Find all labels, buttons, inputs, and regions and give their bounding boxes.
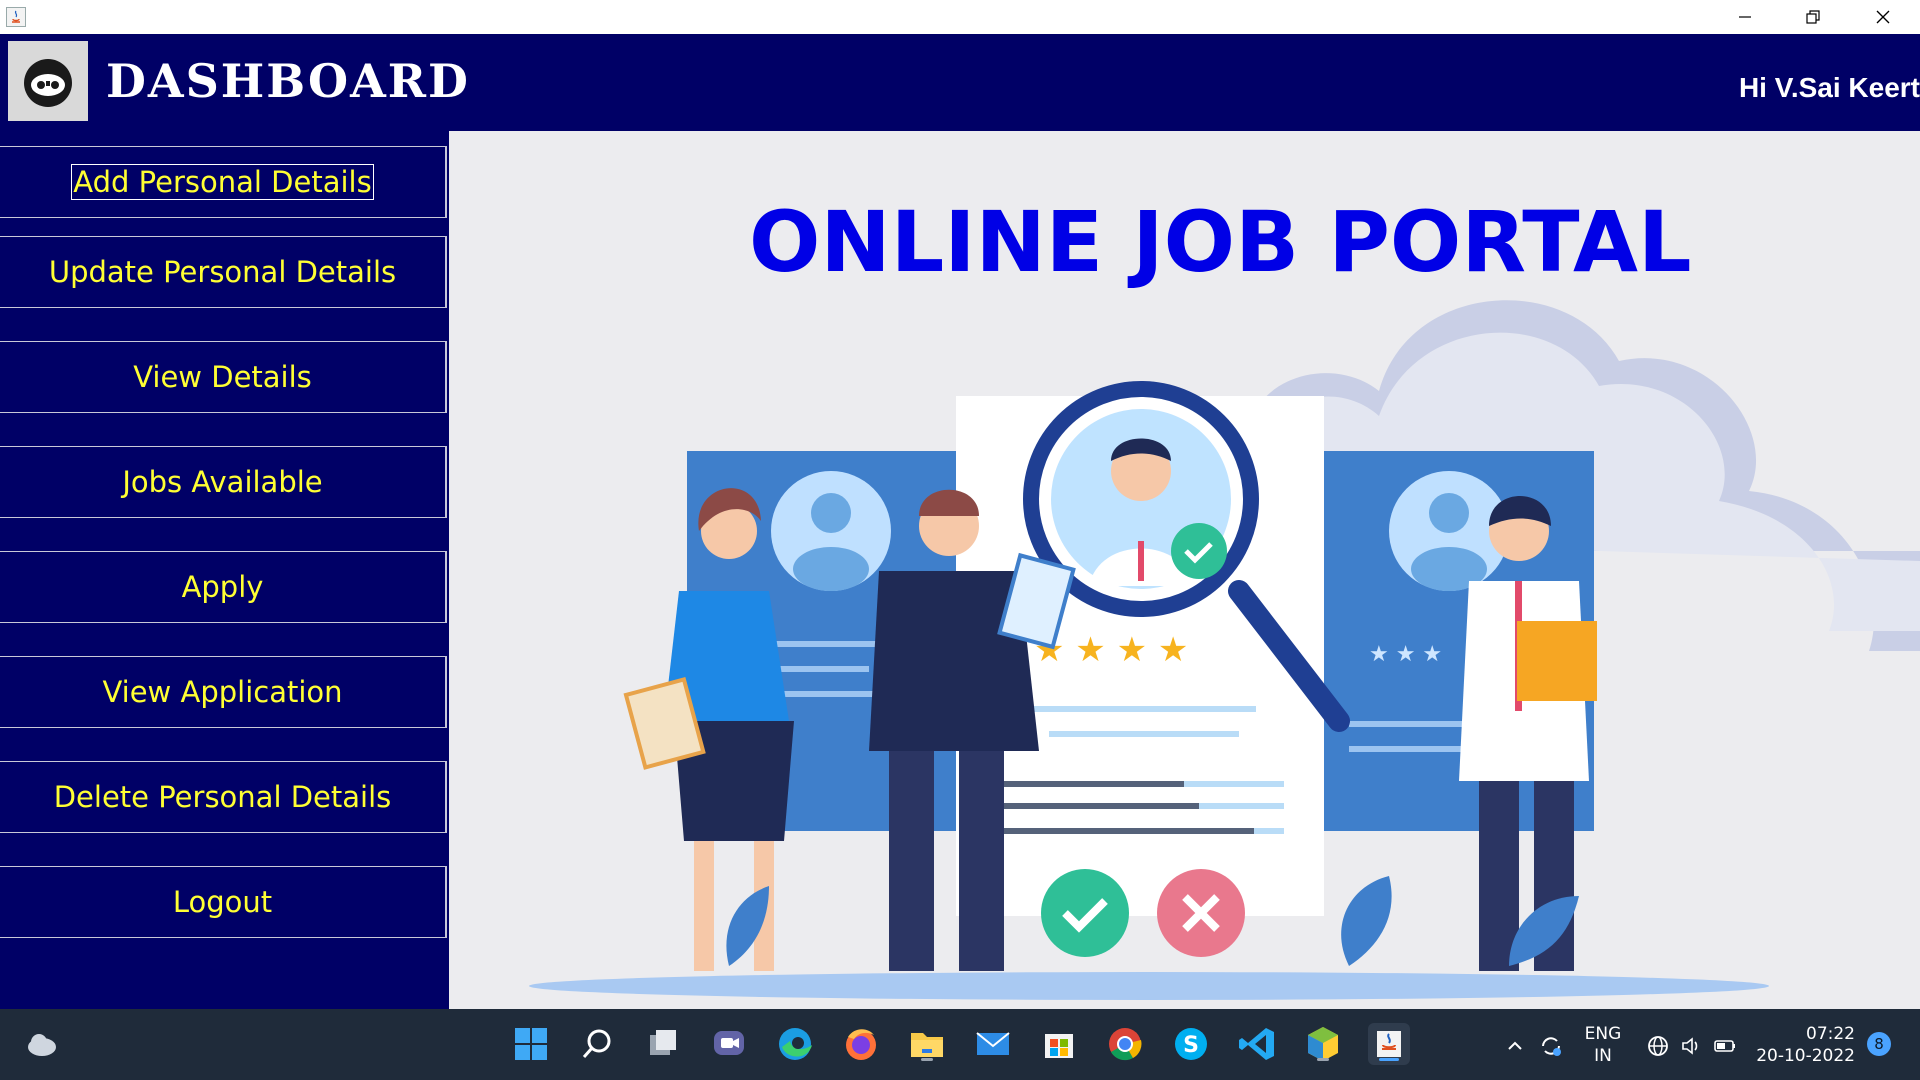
view-details-button[interactable]: View Details [0, 341, 447, 413]
battery-icon[interactable] [1712, 1033, 1738, 1059]
menu-item-label: Add Personal Details [71, 164, 374, 200]
app-logo [8, 41, 88, 121]
sidebar-menu: Add Personal Details Update Personal Det… [0, 131, 449, 1009]
logout-button[interactable]: Logout [0, 866, 447, 938]
java-app-icon [6, 7, 26, 27]
menu-item-label: Delete Personal Details [53, 780, 392, 814]
user-greeting: Hi V.Sai Keert [1738, 72, 1920, 103]
app-header: DASHBOARD Hi V.Sai Keert [0, 34, 1920, 131]
close-icon [1876, 10, 1890, 24]
minimize-button[interactable] [1710, 0, 1780, 34]
restore-icon [1806, 10, 1820, 24]
menu-item-label: Update Personal Details [48, 255, 397, 289]
jobs-available-button[interactable]: Jobs Available [0, 446, 447, 518]
java-app-taskbar-icon[interactable] [1368, 1023, 1410, 1065]
add-personal-details-button[interactable]: Add Personal Details [0, 146, 447, 218]
search-icon[interactable] [576, 1023, 618, 1065]
restore-button[interactable] [1778, 0, 1848, 34]
language-code: ENG [1584, 1024, 1622, 1044]
menu-item-label: Apply [181, 570, 264, 604]
file-explorer-icon[interactable] [906, 1023, 948, 1065]
view-application-button[interactable]: View Application [0, 656, 447, 728]
menu-item-label: Logout [172, 885, 273, 919]
chrome-icon[interactable] [1104, 1023, 1146, 1065]
language-indicator[interactable]: ENG IN [1578, 1023, 1628, 1067]
menu-item-label: View Details [133, 360, 312, 394]
teams-chat-icon[interactable] [708, 1023, 750, 1065]
firefox-icon[interactable] [840, 1023, 882, 1065]
chevron-up-icon[interactable] [1502, 1033, 1528, 1059]
svg-text:★ ★ ★: ★ ★ ★ [1369, 642, 1442, 667]
store-icon[interactable] [1038, 1023, 1080, 1065]
vscode-icon[interactable] [1236, 1023, 1278, 1065]
task-view-icon[interactable] [642, 1023, 684, 1065]
portal-title: ONLINE JOB PORTAL [749, 193, 1692, 291]
menu-item-label: View Application [102, 675, 343, 709]
edge-browser-icon[interactable] [774, 1023, 816, 1065]
clock[interactable]: 07:22 20-10-2022 [1755, 1023, 1855, 1067]
clock-time: 07:22 [1806, 1024, 1855, 1044]
svg-text:S: S [1183, 1033, 1199, 1058]
window-titlebar [0, 0, 1920, 34]
minimize-icon [1739, 16, 1751, 18]
delete-personal-details-button[interactable]: Delete Personal Details [0, 761, 447, 833]
running-indicator [1317, 1058, 1329, 1061]
weather-icon[interactable] [22, 1023, 64, 1065]
close-button[interactable] [1848, 0, 1918, 34]
start-icon[interactable] [510, 1023, 552, 1065]
dashboard-title: DASHBOARD [106, 54, 470, 108]
main-panel: ★ ★ ★ ★ ★ ★ ★ ONLINE JOB PORTAL [449, 131, 1920, 1009]
region-code: IN [1594, 1046, 1612, 1066]
menu-item-label: Jobs Available [122, 465, 323, 499]
update-personal-details-button[interactable]: Update Personal Details [0, 236, 447, 308]
network-globe-icon[interactable] [1645, 1033, 1671, 1059]
clock-date: 20-10-2022 [1756, 1046, 1855, 1066]
sync-icon[interactable] [1538, 1033, 1564, 1059]
apply-button[interactable]: Apply [0, 551, 447, 623]
active-indicator [1379, 1058, 1399, 1061]
skype-icon[interactable]: S [1170, 1023, 1212, 1065]
netbeans-icon[interactable] [1302, 1023, 1344, 1065]
mail-icon[interactable] [972, 1023, 1014, 1065]
running-indicator [921, 1058, 933, 1061]
taskbar: S ENG IN 07:22 20-10-2022 [0, 1009, 1920, 1080]
volume-icon[interactable] [1678, 1033, 1704, 1059]
notification-badge[interactable]: 8 [1867, 1032, 1891, 1056]
